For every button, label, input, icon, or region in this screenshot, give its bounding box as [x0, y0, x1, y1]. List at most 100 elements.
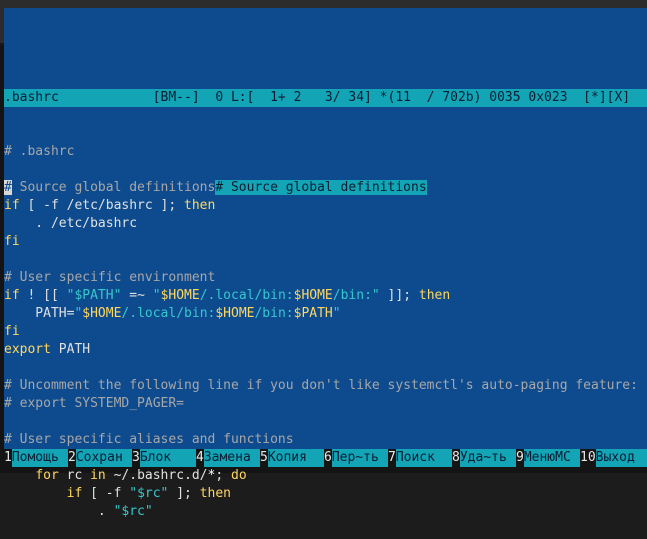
code-token: "$rc" [113, 504, 153, 519]
fkey-label: Выход [595, 449, 647, 467]
code-token: do [231, 468, 247, 483]
code-token: =~ [121, 288, 153, 303]
fkey-number: 5 [260, 449, 268, 467]
code-line[interactable]: # User specific aliases and functions [4, 431, 647, 449]
code-line[interactable]: # Source global definitions# Source glob… [4, 179, 647, 197]
code-line[interactable] [4, 251, 647, 269]
code-line[interactable]: export PATH [4, 341, 647, 359]
fkey-label: Сохран [75, 449, 132, 467]
fkey-number: 4 [196, 449, 204, 467]
code-token: " [332, 306, 341, 321]
code-token: ; [215, 468, 231, 483]
code-token: if [4, 198, 20, 213]
code-token: $PATH [293, 306, 333, 321]
code-token: then [184, 198, 216, 213]
editor-status-bar: .bashrc [BM--] 0 L:[ 1+ 2 3/ 34] *(11 / … [4, 89, 647, 107]
fkey-number: 2 [68, 449, 76, 467]
code-token: . /etc/bashrc [4, 216, 138, 231]
code-line[interactable]: for rc in ~/.bashrc.d/*; do [4, 467, 647, 485]
fkey-number: 10 [580, 449, 596, 467]
fkey-2[interactable]: 2 Сохран [68, 449, 132, 467]
code-line[interactable]: PATH="$HOME/.local/bin:$HOME/bin:$PATH" [4, 305, 647, 323]
fkey-label: Уда~ть [459, 449, 516, 467]
code-token: ]]; [379, 288, 419, 303]
fkey-6[interactable]: 6 Пер~ть [324, 449, 388, 467]
code-token: [ -f [82, 486, 130, 501]
fkey-label: Поиск [395, 449, 452, 467]
fkey-label: МенюМС [523, 449, 580, 467]
fkey-7[interactable]: 7 Поиск [388, 449, 452, 467]
fkey-4[interactable]: 4 Замена [196, 449, 260, 467]
code-line[interactable] [4, 161, 647, 179]
code-token: fi [4, 234, 20, 249]
code-token: "$PATH" [66, 288, 122, 303]
code-token: if [66, 486, 83, 501]
code-token: $HOME [215, 306, 255, 321]
code-line[interactable]: . "$rc" [4, 503, 647, 521]
fkey-number: 9 [516, 449, 524, 467]
code-line[interactable] [4, 413, 647, 431]
fkey-label: Копия [267, 449, 324, 467]
code-line[interactable]: # export SYSTEMD_PAGER= [4, 395, 647, 413]
code-line[interactable]: if ! [[ "$PATH" =~ "$HOME/.local/bin:$HO… [4, 287, 647, 305]
code-line[interactable]: # Uncomment the following line if you do… [4, 377, 647, 395]
fkey-number: 7 [388, 449, 396, 467]
code-token: then [199, 486, 232, 501]
fkey-1[interactable]: 1 Помощь [4, 449, 68, 467]
fkey-9[interactable]: 9 МенюМС [516, 449, 580, 467]
code-token: " [152, 288, 161, 303]
code-token: export [4, 342, 51, 357]
fkey-5[interactable]: 5 Копия [260, 449, 324, 467]
code-token: then [418, 288, 451, 303]
code-token: /.local/bin: [121, 306, 216, 321]
fkey-number: 8 [452, 449, 460, 467]
code-line[interactable]: # User specific environment [4, 269, 647, 287]
code-line[interactable]: if [ -f "$rc" ]; then [4, 485, 647, 503]
text-cursor: # [4, 180, 12, 195]
code-token: rc [58, 468, 91, 483]
code-line[interactable]: . /etc/bashrc [4, 215, 647, 233]
fkey-label: Помощь [11, 449, 68, 467]
fkey-label: Пер~ть [331, 449, 388, 467]
fkey-3[interactable]: 3 Блок [132, 449, 196, 467]
code-token: Source global definitions [11, 180, 216, 195]
code-token: [ -f /etc/bashrc ]; [19, 198, 185, 213]
fkey-number: 1 [4, 449, 12, 467]
fkey-number: 6 [324, 449, 332, 467]
function-key-bar: 1 Помощь 2 Сохран 3 Блок 4 Замена 5 Копия 6 Пер~ть 7… [4, 449, 647, 467]
code-token: in [90, 468, 106, 483]
code-token: PATH [50, 342, 91, 357]
code-line[interactable]: fi [4, 233, 647, 251]
code-line[interactable] [4, 359, 647, 377]
fkey-label: Блок [139, 449, 196, 467]
code-token: ! [[ [19, 288, 67, 303]
selected-text: # Source global definitions [215, 180, 427, 195]
code-token: # User specific aliases and functions [4, 432, 294, 447]
code-token: /.local/bin: [199, 288, 294, 303]
fkey-label: Замена [203, 449, 260, 467]
fkey-10[interactable]: 10 Выход [580, 449, 647, 467]
code-line[interactable]: if [ -f /etc/bashrc ]; then [4, 197, 647, 215]
code-token: # User specific environment [4, 270, 216, 285]
code-token: if [4, 288, 20, 303]
fkey-8[interactable]: 8 Уда~ть [452, 449, 516, 467]
fkey-number: 3 [132, 449, 140, 467]
code-line[interactable]: # .bashrc [4, 143, 647, 161]
code-token: # Uncomment the following line if you do… [4, 378, 638, 393]
code-token: /bin: [254, 306, 294, 321]
code-token: # export SYSTEMD_PAGER= [4, 396, 185, 411]
code-token: ]; [168, 486, 200, 501]
code-token: $HOME [82, 306, 122, 321]
code-line[interactable]: fi [4, 323, 647, 341]
code-token: $HOME [160, 288, 200, 303]
code-token: fi [4, 324, 20, 339]
code-token: "$rc" [129, 486, 169, 501]
code-token: $HOME [293, 288, 333, 303]
code-token: # .bashrc [4, 144, 75, 159]
code-token: for [35, 468, 59, 483]
code-token: . [4, 504, 114, 519]
code-token: /bin:" [332, 288, 380, 303]
code-token: ~/.bashrc.d/ [105, 468, 208, 483]
